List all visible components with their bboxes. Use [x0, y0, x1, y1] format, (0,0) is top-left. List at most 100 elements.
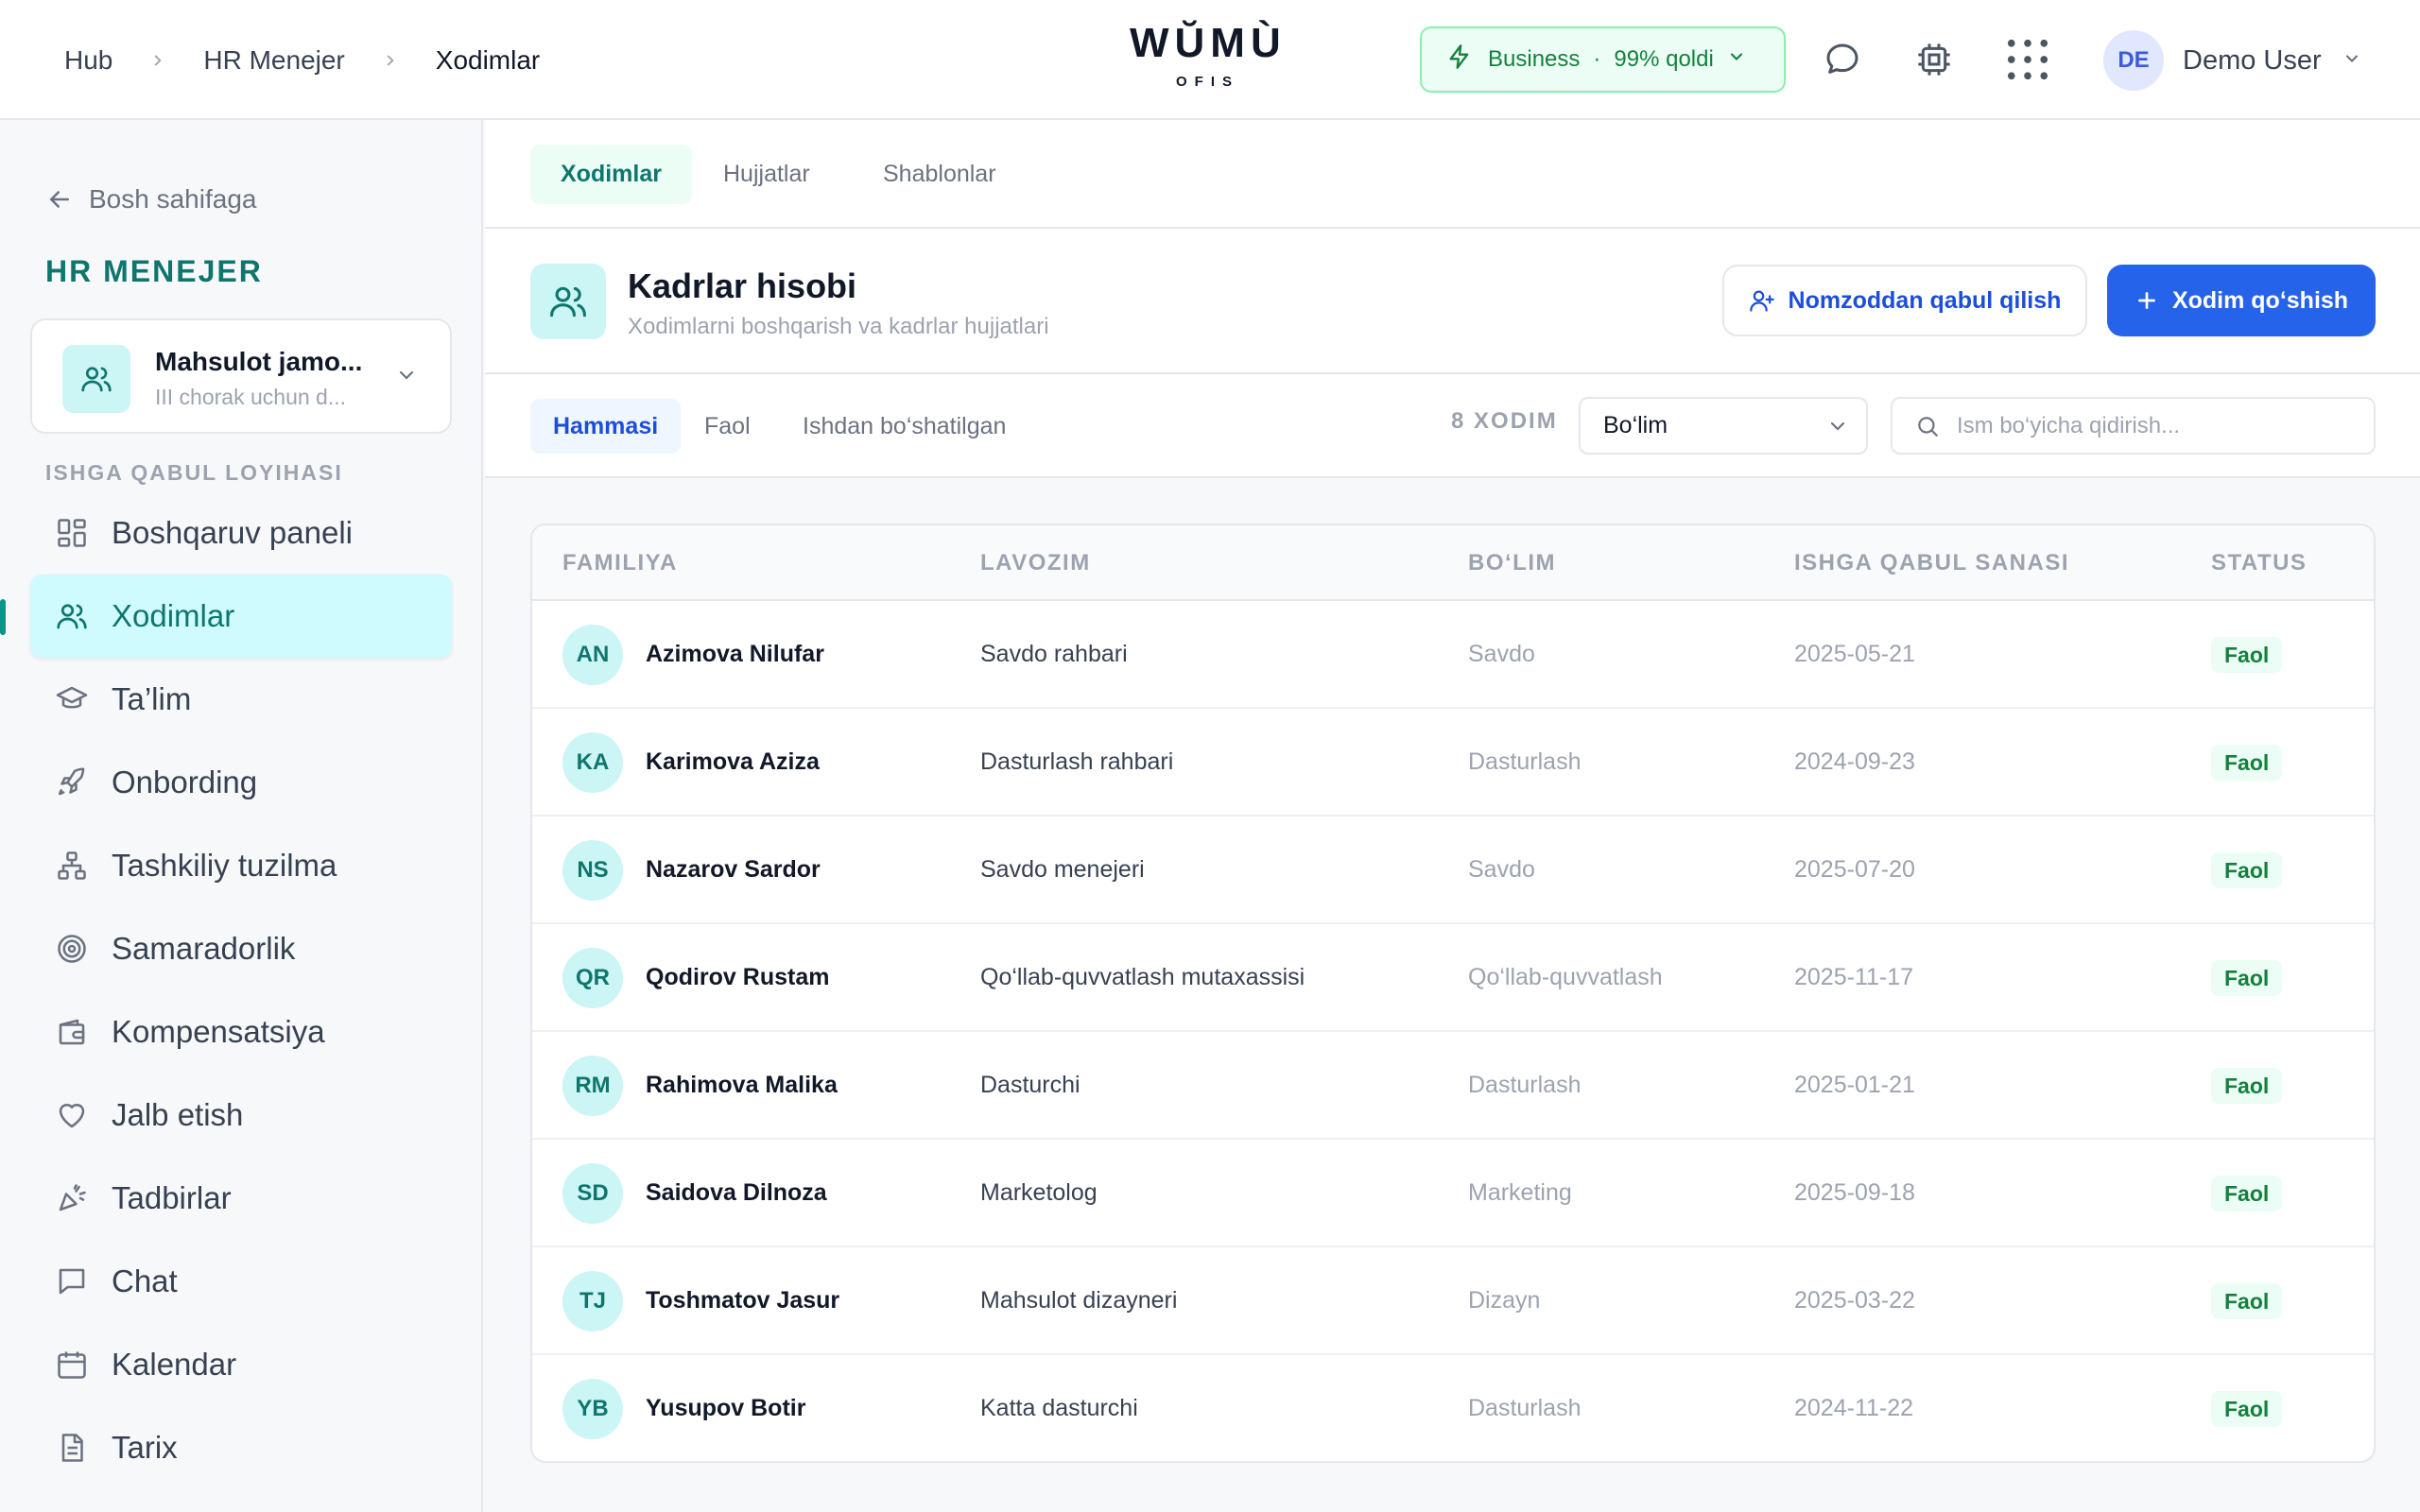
sidebar-nav: Boshqaruv paneli Xodimlar Ta’lim Onbordi…	[0, 491, 452, 1489]
chevron-down-icon	[1727, 46, 1746, 73]
tab-shablonlar[interactable]: Shablonlar	[853, 145, 1027, 204]
employee-position: Mahsulot dizayneri	[980, 1287, 1178, 1314]
sidebar-item-talim[interactable]: Ta’lim	[30, 658, 452, 741]
org-chart-icon	[53, 847, 91, 885]
logo-subtitle: OFIS	[1175, 74, 1239, 90]
button-label: Xodim qo‘shish	[2171, 286, 2349, 314]
employee-position: Dasturlash rahbari	[980, 748, 1174, 775]
table-row[interactable]: RM Rahimova Malika Dasturchi Dasturlash 2025…	[532, 1032, 2374, 1140]
plan-remaining: 99% qoldi	[1614, 46, 1714, 72]
sidebar-item-samaradorlik[interactable]: Samaradorlik	[30, 907, 452, 990]
employee-name[interactable]: Qodirov Rustam	[646, 964, 829, 991]
add-employee-button[interactable]: Xodim qo‘shish	[2107, 265, 2376, 336]
column-header-surname[interactable]: FAMILIYA	[562, 550, 678, 576]
sidebar-item-kalendar[interactable]: Kalendar	[30, 1323, 452, 1406]
top-header: Hub HR Menejer Xodimlar WŬMÙ OFIS Busine…	[0, 0, 2420, 120]
cpu-icon[interactable]	[1912, 38, 1956, 81]
chevron-right-icon	[377, 47, 404, 74]
column-header-department[interactable]: BO‘LIM	[1468, 550, 1556, 576]
search-box[interactable]	[1891, 397, 2376, 455]
party-icon	[53, 1179, 91, 1217]
sidebar-item-label: Kompensatsiya	[112, 1014, 325, 1049]
section-label: ISHGA QABUL LOYIHASI	[45, 460, 343, 485]
employee-name[interactable]: Rahimova Malika	[646, 1072, 838, 1099]
employee-hire-date: 2025-11-17	[1794, 964, 1914, 990]
search-icon	[1918, 416, 1938, 437]
avatar: DE	[2103, 30, 2164, 91]
apps-grid-icon[interactable]	[2006, 38, 2049, 81]
sidebar-item-tarix[interactable]: Tarix	[30, 1406, 452, 1489]
employee-name[interactable]: Toshmatov Jasur	[646, 1287, 839, 1314]
sidebar-item-label: Tarix	[112, 1430, 178, 1465]
employee-name[interactable]: Nazarov Sardor	[646, 856, 821, 884]
accept-candidate-button[interactable]: Nomzoddan qabul qilish	[1722, 265, 2087, 336]
sidebar-title: HR MENEJER	[45, 254, 263, 288]
table-row[interactable]: SD Saidova Dilnoza Marketolog Marketing 2025…	[532, 1140, 2374, 1247]
breadcrumb-current: Xodimlar	[435, 44, 541, 75]
sidebar-item-chat[interactable]: Chat	[30, 1240, 452, 1323]
employee-name[interactable]: Yusupov Botir	[646, 1395, 805, 1422]
breadcrumb-hub[interactable]: Hub	[64, 45, 112, 76]
table-row[interactable]: QR Qodirov Rustam Qo‘llab-quvvatlash mutax…	[532, 924, 2374, 1032]
avatar: KA	[562, 732, 623, 793]
sidebar-item-label: Ta’lim	[112, 681, 192, 716]
column-header-hire-date[interactable]: ISHGA QABUL SANASI	[1794, 550, 2069, 576]
column-header-position[interactable]: LAVOZIM	[980, 550, 1091, 576]
sidebar-item-onbording[interactable]: Onbording	[30, 741, 452, 824]
filter-tab-active[interactable]: Faol	[682, 399, 773, 454]
employee-position: Savdo rahbari	[980, 641, 1128, 667]
department-select[interactable]: Bo‘lim	[1579, 397, 1868, 455]
employee-hire-date: 2025-03-22	[1794, 1287, 1915, 1314]
app-logo[interactable]: WŬMÙ OFIS	[1130, 21, 1286, 91]
sidebar-item-tadbirlar[interactable]: Tadbirlar	[30, 1157, 452, 1240]
separator-dot: ·	[1593, 46, 1601, 72]
tab-hujjatlar[interactable]: Hujjatlar	[693, 145, 840, 204]
column-header-status[interactable]: STATUS	[2211, 550, 2307, 576]
employee-department: Savdo	[1468, 856, 1535, 883]
status-badge: Faol	[2211, 1068, 2283, 1104]
search-input[interactable]	[1957, 412, 2354, 439]
user-name: Demo User	[2183, 44, 2322, 76]
breadcrumb-hr-menejer[interactable]: HR Menejer	[203, 45, 344, 76]
avatar: TJ	[562, 1271, 623, 1332]
employee-name[interactable]: Karimova Aziza	[646, 748, 820, 776]
sidebar-item-label: Onbording	[112, 765, 258, 799]
table-row[interactable]: KA Karimova Aziza Dasturlash rahbari Dastur…	[532, 709, 2374, 816]
table-row[interactable]: AN Azimova Nilufar Savdo rahbari Savdo 2025-…	[532, 601, 2374, 709]
tab-xodimlar[interactable]: Xodimlar	[530, 145, 692, 204]
sidebar-item-xodimlar[interactable]: Xodimlar	[0, 575, 452, 658]
users-icon	[53, 597, 91, 635]
back-to-home-link[interactable]: Bosh sahifaga	[45, 184, 256, 215]
status-badge: Faol	[2211, 745, 2283, 781]
chat-bubble-icon[interactable]	[1821, 38, 1864, 81]
sidebar-item-kompensatsiya[interactable]: Kompensatsiya	[30, 990, 452, 1074]
sidebar-item-label: Kalendar	[112, 1347, 237, 1382]
target-icon	[53, 930, 91, 968]
table-row[interactable]: NS Nazarov Sardor Savdo menejeri Savdo 2025-…	[532, 816, 2374, 924]
sidebar-item-label: Samaradorlik	[112, 931, 296, 966]
avatar: QR	[562, 948, 623, 1008]
employee-hire-date: 2025-01-21	[1794, 1072, 1915, 1098]
employee-department: Savdo	[1468, 641, 1535, 667]
arrow-left-icon	[49, 191, 69, 208]
page-header: Kadrlar hisobi Xodimlarni boshqarish va …	[485, 229, 2420, 374]
button-label: Nomzoddan qabul qilish	[1788, 286, 2062, 314]
employee-hire-date: 2024-09-23	[1794, 748, 1915, 775]
status-badge: Faol	[2211, 1283, 2283, 1319]
project-selector[interactable]: Mahsulot jamo... III chorak uchun d...	[30, 318, 452, 434]
users-icon	[530, 264, 606, 339]
user-menu[interactable]: DE Demo User	[2103, 30, 2361, 91]
employee-name[interactable]: Saidova Dilnoza	[646, 1179, 827, 1207]
table-row[interactable]: TJ Toshmatov Jasur Mahsulot dizayneri Dizay…	[532, 1247, 2374, 1355]
plan-badge[interactable]: Business · 99% qoldi	[1420, 26, 1786, 93]
sidebar-item-jalb-etish[interactable]: Jalb etish	[30, 1074, 452, 1157]
employee-name[interactable]: Azimova Nilufar	[646, 641, 824, 668]
filter-tab-all[interactable]: Hammasi	[530, 399, 682, 454]
sidebar-item-boshqaruv-paneli[interactable]: Boshqaruv paneli	[30, 491, 452, 575]
chevron-down-icon	[1826, 415, 1849, 444]
status-badge: Faol	[2211, 1176, 2283, 1211]
filter-tab-dismissed[interactable]: Ishdan bo‘shatilgan	[780, 399, 1028, 454]
employee-hire-date: 2025-05-21	[1794, 641, 1915, 667]
table-row[interactable]: YB Yusupov Botir Katta dasturchi Dasturlash…	[532, 1355, 2374, 1461]
sidebar-item-tashkiliy-tuzilma[interactable]: Tashkiliy tuzilma	[30, 824, 452, 907]
